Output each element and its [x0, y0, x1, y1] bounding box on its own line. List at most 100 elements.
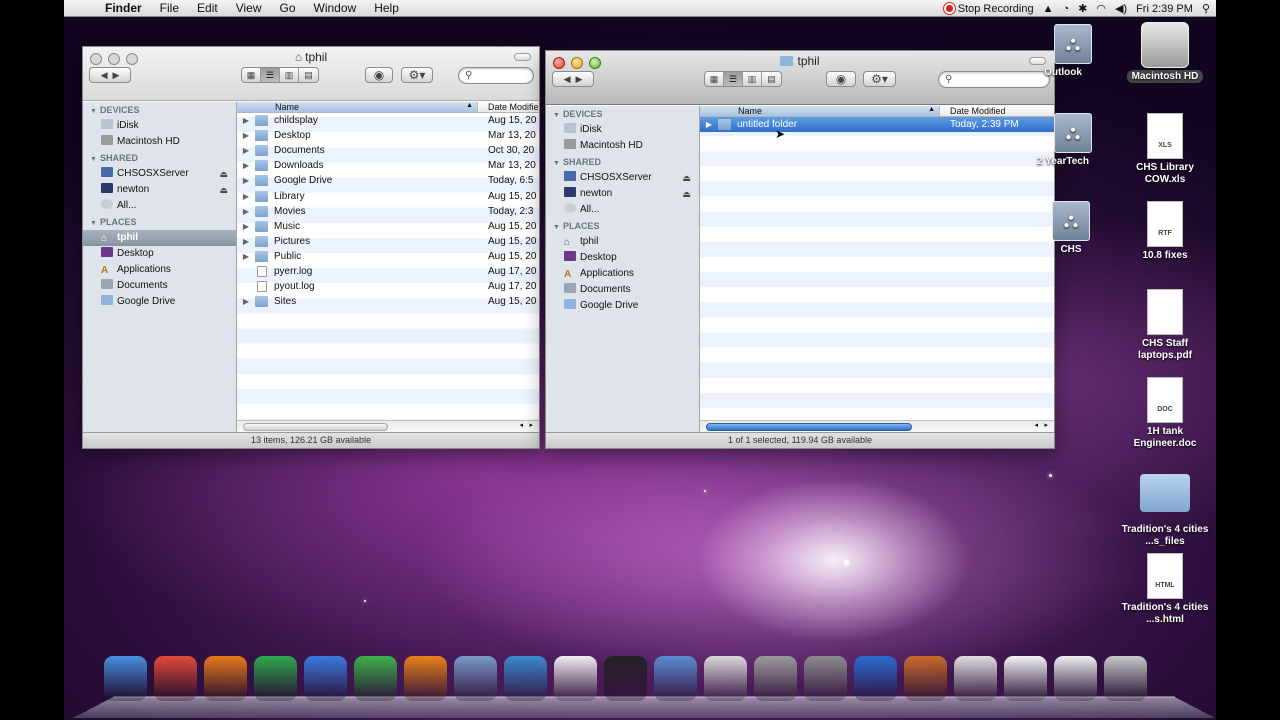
column-header-date[interactable]: Date Modifie	[478, 102, 539, 112]
file-row[interactable]: ▶ Downloads Mar 13, 20	[237, 158, 539, 173]
sidebar-item-desktop[interactable]: Desktop	[546, 250, 699, 266]
desktop-icon-traditions-files[interactable]: Tradition's 4 cities ...s_files	[1120, 470, 1210, 548]
drive-icon[interactable]	[254, 656, 297, 701]
network-icon[interactable]	[504, 656, 547, 701]
file-row[interactable]: ▶ childsplay Aug 15, 20	[237, 113, 539, 128]
sidebar-item-google-drive[interactable]: Google Drive	[83, 294, 236, 310]
scroll-left-icon[interactable]: ◂	[519, 421, 523, 429]
address-book-icon[interactable]	[904, 656, 947, 701]
disclosure-triangle-icon[interactable]: ▶	[237, 146, 255, 155]
desktop-icon-10-8-fixes[interactable]: RTF 10.8 fixes	[1120, 201, 1210, 262]
sidebar-header-places[interactable]: ▼ PLACES	[546, 218, 699, 234]
drive-sync-icon[interactable]: ▲	[1043, 3, 1054, 15]
action-button[interactable]: ⚙▾	[863, 71, 896, 87]
sidebar-item-newton[interactable]: newton ⏏	[546, 186, 699, 202]
eject-icon[interactable]: ⏏	[682, 186, 691, 202]
eject-icon[interactable]: ⏏	[219, 166, 228, 182]
disclosure-triangle-icon[interactable]: ▶	[700, 120, 718, 129]
search-field[interactable]: ⚲	[458, 67, 534, 84]
sidebar-header-places[interactable]: ▼ PLACES	[83, 214, 236, 230]
column-header-name[interactable]: Name ▲	[700, 106, 940, 116]
sidebar-item-chsosxserver[interactable]: CHSOSXServer ⏏	[83, 166, 236, 182]
file-row[interactable]: ▶ Pictures Aug 15, 20	[237, 234, 539, 249]
desktop-icon-1h-tank-engineer[interactable]: DOC 1H tank Engineer.doc	[1120, 377, 1210, 450]
menu-go[interactable]: Go	[271, 1, 305, 15]
chrome-window-icon[interactable]	[1054, 656, 1097, 701]
file-row[interactable]: pyout.log Aug 17, 20	[237, 279, 539, 294]
file-row[interactable]: ▶ Google Drive Today, 6:5	[237, 173, 539, 188]
eject-icon[interactable]: ⏏	[682, 170, 691, 186]
scroll-left-icon[interactable]: ◂	[1034, 421, 1038, 429]
sidebar-item-applications[interactable]: A Applications	[546, 266, 699, 282]
desktop-icon-outlook[interactable]: ⛬ Outlook	[1028, 24, 1118, 79]
list-view-icon[interactable]: ☰	[261, 68, 280, 82]
menu-clock[interactable]: Fri 2:39 PM	[1136, 3, 1193, 15]
sidebar-header-shared[interactable]: ▼ SHARED	[83, 150, 236, 166]
word-icon[interactable]	[304, 656, 347, 701]
desktop-icon-macintosh-hd[interactable]: Macintosh HD	[1120, 22, 1210, 83]
disclosure-triangle-icon[interactable]: ▶	[237, 131, 255, 140]
file-row[interactable]: ▶ untitled folder Today, 2:39 PM	[700, 117, 1054, 133]
terminal-icon[interactable]	[604, 656, 647, 701]
trash-icon[interactable]	[1104, 656, 1147, 701]
sidebar-header-shared[interactable]: ▼ SHARED	[546, 154, 699, 170]
file-row[interactable]: ▶ Documents Oct 30, 20	[237, 143, 539, 158]
sidebar-item-newton[interactable]: newton ⏏	[83, 182, 236, 198]
menu-view[interactable]: View	[227, 1, 271, 15]
icon-view-icon[interactable]: ▦	[242, 68, 261, 82]
disclosure-triangle-icon[interactable]: ▶	[237, 237, 255, 246]
list-view-icon[interactable]: ☰	[724, 72, 743, 86]
disk-utility-icon[interactable]	[754, 656, 797, 701]
firefox-icon[interactable]	[204, 656, 247, 701]
sidebar-item-applications[interactable]: A Applications	[83, 262, 236, 278]
scroll-thumb[interactable]	[243, 423, 388, 431]
icon-view-icon[interactable]: ▦	[705, 72, 724, 86]
coverflow-view-icon[interactable]: ▤	[299, 68, 318, 82]
stop-recording-button[interactable]: Stop Recording	[943, 2, 1034, 15]
desktop-icon-chs[interactable]: ⛬ CHS	[1026, 201, 1116, 256]
sidebar-item-google-drive[interactable]: Google Drive	[546, 298, 699, 314]
disclosure-triangle-icon[interactable]: ▶	[237, 207, 255, 216]
file-row[interactable]: ▶ Desktop Mar 13, 20	[237, 128, 539, 143]
disclosure-triangle-icon[interactable]: ▶	[237, 161, 255, 170]
remote-desktop-icon[interactable]	[454, 656, 497, 701]
menu-window[interactable]: Window	[305, 1, 366, 15]
pdf-icon[interactable]	[954, 656, 997, 701]
sidebar-header-devices[interactable]: ▼ DEVICES	[546, 106, 699, 122]
disclosure-triangle-icon[interactable]: ▶	[237, 192, 255, 201]
system-preferences-icon[interactable]	[804, 656, 847, 701]
disclosure-triangle-icon[interactable]: ▶	[237, 222, 255, 231]
scroll-right-icon[interactable]: ▸	[1044, 421, 1048, 429]
disclosure-triangle-icon[interactable]: ▶	[237, 252, 255, 261]
desktop-icon-2-yeartech[interactable]: ⛬ 2 YearTech	[1028, 113, 1118, 168]
sidebar-item-idisk[interactable]: iDisk	[83, 118, 236, 134]
eject-icon[interactable]: ⏏	[219, 182, 228, 198]
safari-icon[interactable]	[704, 656, 747, 701]
menu-help[interactable]: Help	[365, 1, 408, 15]
sidebar-item-desktop[interactable]: Desktop	[83, 246, 236, 262]
excel-icon[interactable]	[354, 656, 397, 701]
sidebar-item-macintosh-hd[interactable]: Macintosh HD	[83, 134, 236, 150]
sidebar-item-idisk[interactable]: iDisk	[546, 122, 699, 138]
spotlight-icon[interactable]: ⚲	[1202, 2, 1210, 15]
file-row[interactable]: ▶ Movies Today, 2:3	[237, 204, 539, 219]
document-icon[interactable]	[1004, 656, 1047, 701]
quick-look-button[interactable]: ◉	[365, 67, 393, 83]
volume-icon[interactable]: ◀)	[1115, 2, 1127, 15]
file-row[interactable]: pyerr.log Aug 17, 20	[237, 264, 539, 279]
back-forward-buttons[interactable]: ◀ ▶	[89, 67, 131, 83]
desktop-icon-traditions-html[interactable]: HTML Tradition's 4 cities ...s.html	[1120, 553, 1210, 626]
sidebar-item-chsosxserver[interactable]: CHSOSXServer ⏏	[546, 170, 699, 186]
desktop-icon-chs-library[interactable]: XLS CHS Library COW.xls	[1120, 113, 1210, 186]
quick-look-button[interactable]: ◉	[826, 71, 856, 87]
file-row[interactable]: ▶ Music Aug 15, 20	[237, 219, 539, 234]
column-view-icon[interactable]: ▥	[743, 72, 762, 86]
bluetooth-icon[interactable]: ✱	[1078, 2, 1087, 15]
file-row[interactable]: ▶ Library Aug 15, 20	[237, 188, 539, 203]
file-row[interactable]: ▶ Public Aug 15, 20	[237, 249, 539, 264]
scroll-thumb[interactable]	[706, 423, 912, 431]
coverflow-view-icon[interactable]: ▤	[762, 72, 781, 86]
sidebar-item-documents[interactable]: Documents	[546, 282, 699, 298]
view-mode-control[interactable]: ▦ ☰ ▥ ▤	[241, 67, 319, 83]
horizontal-scrollbar[interactable]: ◂ ▸	[700, 420, 1054, 432]
